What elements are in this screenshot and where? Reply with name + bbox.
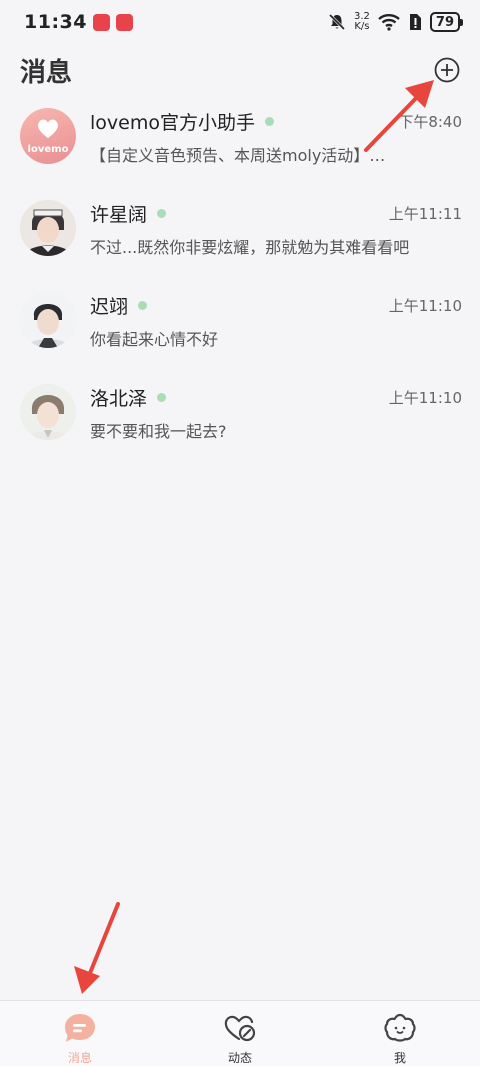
- conversation-time: 上午11:11: [388, 204, 462, 223]
- conversation-time: 上午11:10: [388, 296, 462, 315]
- online-indicator: [264, 116, 274, 126]
- conversation-preview: 你看起来心情不好: [90, 330, 219, 349]
- character-portrait-icon: [20, 292, 76, 348]
- character-portrait-icon: [20, 384, 76, 440]
- conversation-name: 迟翊: [90, 295, 129, 318]
- network-speed: 3.2 K/s: [354, 11, 370, 32]
- conversation-preview: 不过...既然你非要炫耀，那就勉为其难看看吧: [90, 238, 410, 257]
- avatar: [20, 292, 76, 348]
- sim-alert-icon: [409, 14, 421, 30]
- conversation-name: lovemo官方小助手: [90, 111, 255, 134]
- mute-bell-icon: [328, 13, 346, 31]
- conversation-item[interactable]: lovemo lovemo官方小助手 下午8:40 【自定义音色预告、本周送mo…: [0, 96, 480, 188]
- notification-app-icon: [115, 13, 133, 31]
- online-indicator: [157, 208, 167, 218]
- conversation-time: 上午11:10: [388, 388, 462, 407]
- tab-label: 我: [393, 1051, 406, 1065]
- tab-label: 动态: [227, 1051, 252, 1065]
- status-time: 11:34: [24, 11, 87, 33]
- conversation-item[interactable]: 洛北泽 上午11:10 要不要和我一起去?: [0, 372, 480, 464]
- heart-logo-icon: [38, 119, 58, 138]
- chat-bubble-icon: [65, 1014, 95, 1042]
- conversation-preview: 要不要和我一起去?: [90, 422, 227, 441]
- conversation-time: 下午8:40: [398, 112, 462, 131]
- online-indicator: [157, 392, 167, 402]
- character-portrait-icon: [20, 200, 76, 256]
- notification-app-icon: [92, 13, 110, 31]
- conversation-item[interactable]: 迟翊 上午11:10 你看起来心情不好: [0, 280, 480, 372]
- status-bar: 11:34 3.2 K/s 79: [0, 0, 480, 44]
- tab-messages[interactable]: 消息: [0, 1001, 160, 1066]
- conversation-name: 许星阔: [90, 203, 148, 226]
- tab-profile[interactable]: 我: [320, 1001, 480, 1066]
- avatar-logo-text: lovemo: [27, 144, 69, 155]
- status-indicators: 3.2 K/s 79: [328, 11, 464, 32]
- add-button[interactable]: [432, 55, 462, 85]
- conversation-name: 洛北泽: [90, 387, 148, 410]
- page-title: 消息: [20, 57, 73, 88]
- plus-circle-icon: [434, 57, 460, 83]
- conversation-item[interactable]: 许星阔 上午11:11 不过...既然你非要炫耀，那就勉为其难看看吧: [0, 188, 480, 280]
- conversation-list: lovemo lovemo官方小助手 下午8:40 【自定义音色预告、本周送mo…: [0, 96, 480, 464]
- moments-icon: [224, 1015, 256, 1042]
- avatar: [20, 384, 76, 440]
- battery-indicator: 79: [429, 12, 464, 32]
- tab-label: 消息: [67, 1051, 92, 1065]
- avatar: lovemo: [20, 108, 76, 164]
- profile-icon: [384, 1013, 416, 1042]
- tab-moments[interactable]: 动态: [160, 1001, 320, 1066]
- online-indicator: [138, 300, 148, 310]
- wifi-icon: [378, 14, 400, 31]
- avatar: [20, 200, 76, 256]
- conversation-preview: 【自定义音色预告、本周送moly活动】…: [90, 146, 386, 165]
- header: 消息: [0, 44, 480, 96]
- bottom-tab-bar: 消息 动态 我: [0, 1000, 480, 1066]
